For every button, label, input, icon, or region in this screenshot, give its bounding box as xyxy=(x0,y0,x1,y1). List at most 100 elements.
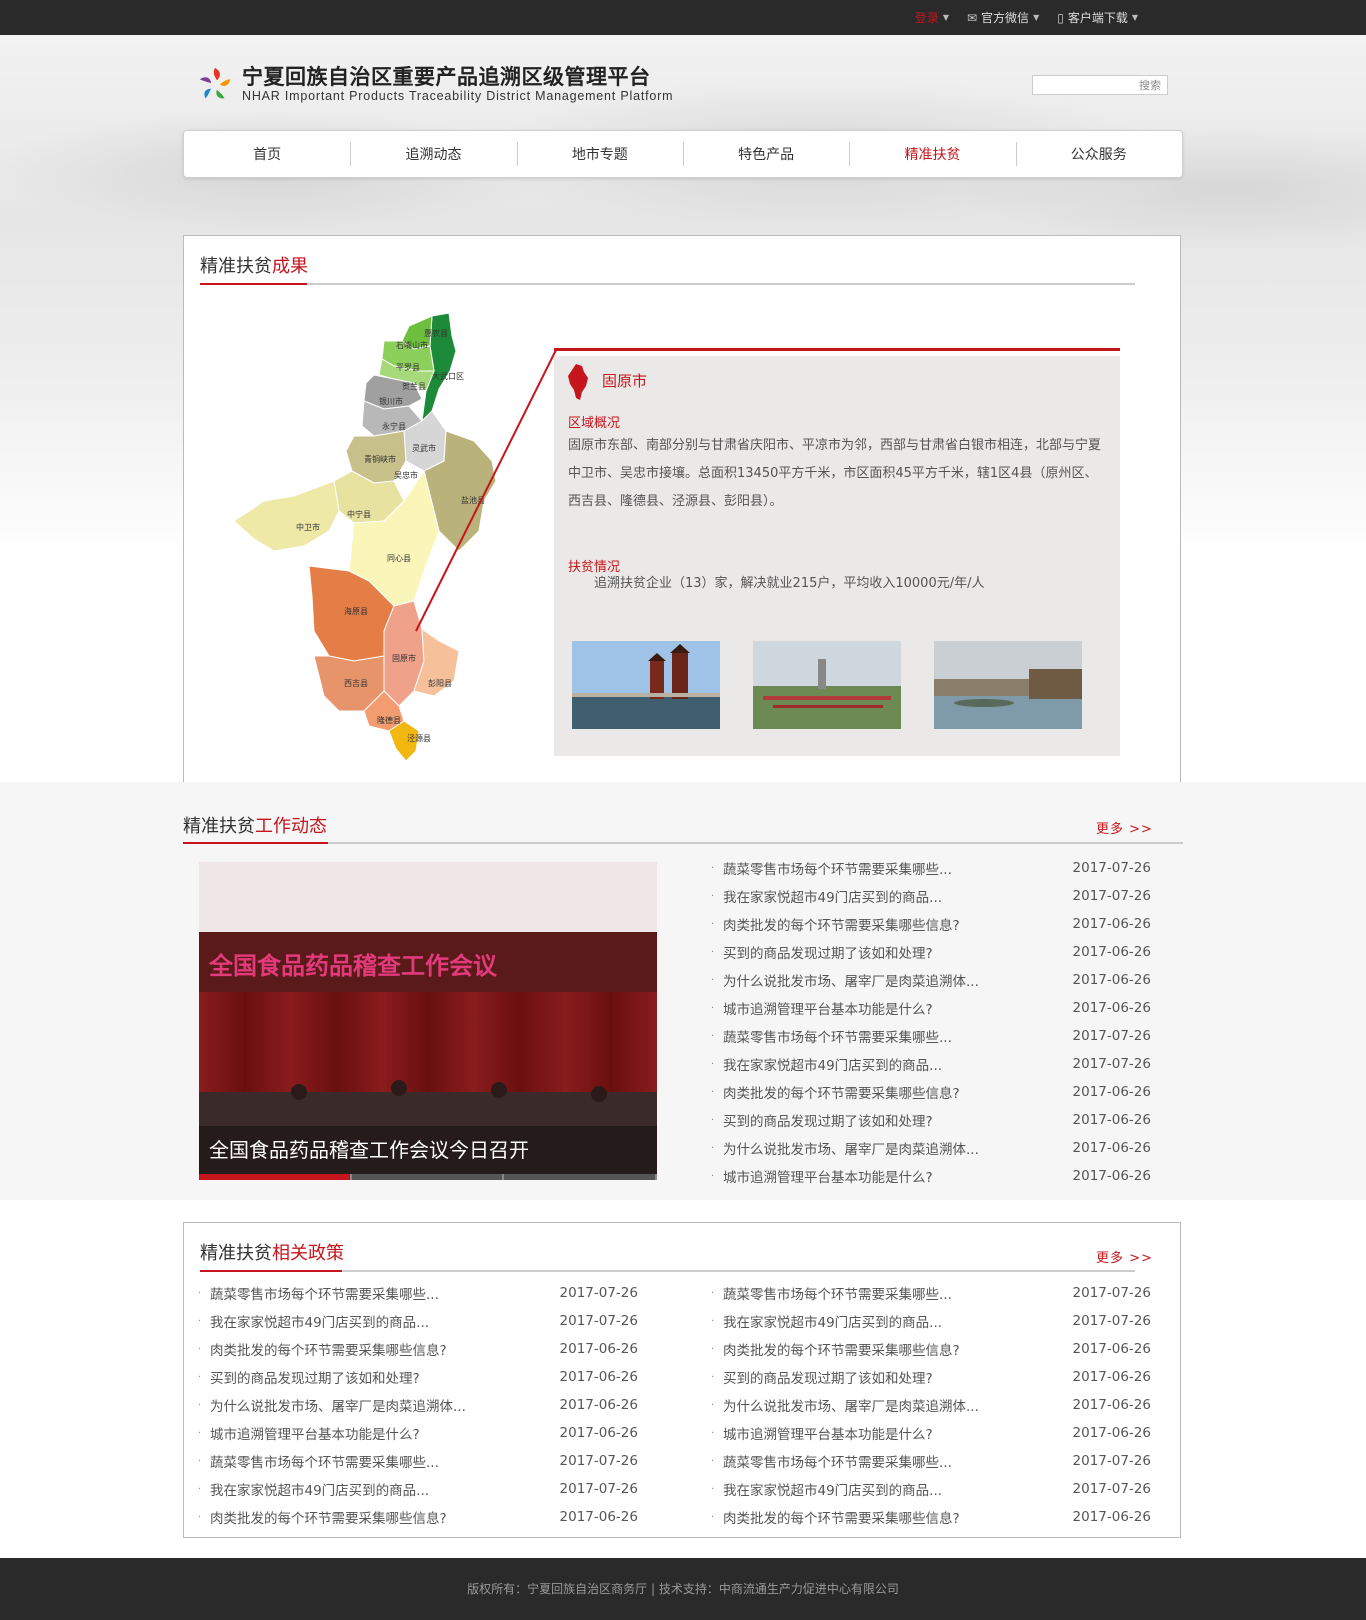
list-item-date: 2017-06-26 xyxy=(1072,1425,1151,1441)
list-item-title[interactable]: 我在家家悦超市49门店买到的商品... xyxy=(210,1479,548,1499)
list-item-title[interactable]: 我在家家悦超市49门店买到的商品... xyxy=(723,886,1061,906)
svg-text:固原市: 固原市 xyxy=(392,653,416,663)
list-item-title[interactable]: 城市追溯管理平台基本功能是什么? xyxy=(723,998,1061,1018)
list-item[interactable]: · 城市追溯管理平台基本功能是什么? 2017-06-26 xyxy=(711,1419,1151,1447)
list-item[interactable]: · 我在家家悦超市49门店买到的商品... 2017-07-26 xyxy=(711,882,1151,910)
svg-text:银川市: 银川市 xyxy=(379,396,403,406)
search-box[interactable]: 搜索 xyxy=(1032,75,1168,95)
download-link[interactable]: ▯ 客户端下载 ▼ xyxy=(1057,9,1138,26)
policies-more-link[interactable]: 更多 >> xyxy=(1096,1247,1153,1266)
list-item-title[interactable]: 蔬菜零售市场每个环节需要采集哪些... xyxy=(723,1283,1061,1303)
bullet-icon: · xyxy=(198,1483,202,1495)
list-item-title[interactable]: 为什么说批发市场、屠宰厂是肉菜追溯体... xyxy=(723,1395,1061,1415)
list-item-title[interactable]: 城市追溯管理平台基本功能是什么? xyxy=(723,1166,1061,1186)
list-item[interactable]: · 为什么说批发市场、屠宰厂是肉菜追溯体... 2017-06-26 xyxy=(711,1391,1151,1419)
list-item-date: 2017-06-26 xyxy=(1072,1112,1151,1128)
list-item[interactable]: · 买到的商品发现过期了该如和处理? 2017-06-26 xyxy=(711,938,1151,966)
list-item[interactable]: · 肉类批发的每个环节需要采集哪些信息? 2017-06-26 xyxy=(198,1503,638,1531)
list-item[interactable]: · 蔬菜零售市场每个环节需要采集哪些... 2017-07-26 xyxy=(198,1447,638,1475)
nav-item[interactable]: 精准扶贫 xyxy=(849,142,1015,166)
nav-item[interactable]: 首页 xyxy=(184,144,350,164)
list-item-title[interactable]: 为什么说批发市场、屠宰厂是肉菜追溯体... xyxy=(723,1138,1061,1158)
search-button[interactable]: 搜索 xyxy=(1139,77,1161,93)
list-item[interactable]: · 蔬菜零售市场每个环节需要采集哪些... 2017-07-26 xyxy=(711,1447,1151,1475)
nav-item[interactable]: 特色产品 xyxy=(682,142,849,166)
list-item-title[interactable]: 为什么说批发市场、屠宰厂是肉菜追溯体... xyxy=(210,1395,548,1415)
list-item[interactable]: · 肉类批发的每个环节需要采集哪些信息? 2017-06-26 xyxy=(711,910,1151,938)
list-item[interactable]: · 蔬菜零售市场每个环节需要采集哪些... 2017-07-26 xyxy=(711,854,1151,882)
list-item-title[interactable]: 买到的商品发现过期了该如和处理? xyxy=(723,1367,1061,1387)
nav-item[interactable]: 追溯动态 xyxy=(350,142,516,166)
list-item-title[interactable]: 肉类批发的每个环节需要采集哪些信息? xyxy=(723,1339,1061,1359)
list-item-title[interactable]: 我在家家悦超市49门店买到的商品... xyxy=(210,1311,548,1331)
list-item[interactable]: · 城市追溯管理平台基本功能是什么? 2017-06-26 xyxy=(711,1162,1151,1190)
list-item[interactable]: · 城市追溯管理平台基本功能是什么? 2017-06-26 xyxy=(711,994,1151,1022)
list-item-title[interactable]: 城市追溯管理平台基本功能是什么? xyxy=(210,1423,548,1443)
news-slideshow[interactable]: 全国食品药品稽查工作会议 全国食品药品稽查工作会议今日召开 xyxy=(199,862,657,1180)
list-item[interactable]: · 肉类批发的每个环节需要采集哪些信息? 2017-06-26 xyxy=(711,1503,1151,1531)
login-label: 登录 xyxy=(914,11,939,25)
list-item-title[interactable]: 肉类批发的每个环节需要采集哪些信息? xyxy=(210,1339,548,1359)
city-photo-3[interactable] xyxy=(934,641,1082,729)
list-item[interactable]: · 肉类批发的每个环节需要采集哪些信息? 2017-06-26 xyxy=(198,1335,638,1363)
list-item[interactable]: · 我在家家悦超市49门店买到的商品... 2017-07-26 xyxy=(198,1475,638,1503)
list-item[interactable]: · 城市追溯管理平台基本功能是什么? 2017-06-26 xyxy=(198,1419,638,1447)
achievements-title: 精准扶贫成果 xyxy=(200,252,308,278)
list-item-title[interactable]: 肉类批发的每个环节需要采集哪些信息? xyxy=(210,1507,548,1527)
list-item-title[interactable]: 买到的商品发现过期了该如和处理? xyxy=(210,1367,548,1387)
list-item-title[interactable]: 城市追溯管理平台基本功能是什么? xyxy=(723,1423,1061,1443)
list-item-title[interactable]: 蔬菜零售市场每个环节需要采集哪些... xyxy=(723,1451,1061,1471)
list-item[interactable]: · 蔬菜零售市场每个环节需要采集哪些... 2017-07-26 xyxy=(711,1279,1151,1307)
list-item[interactable]: · 肉类批发的每个环节需要采集哪些信息? 2017-06-26 xyxy=(711,1078,1151,1106)
list-item-date: 2017-06-26 xyxy=(559,1397,638,1413)
list-item-title[interactable]: 肉类批发的每个环节需要采集哪些信息? xyxy=(723,1507,1061,1527)
list-item[interactable]: · 买到的商品发现过期了该如和处理? 2017-06-26 xyxy=(711,1106,1151,1134)
slide-dot[interactable] xyxy=(199,1174,352,1180)
slide-dot[interactable] xyxy=(504,1174,657,1180)
site-title-en: NHAR Important Products Traceability Dis… xyxy=(242,89,674,103)
list-item-title[interactable]: 肉类批发的每个环节需要采集哪些信息? xyxy=(723,1082,1061,1102)
login-link[interactable]: 登录 ▼ xyxy=(915,9,949,26)
city-photo-2[interactable] xyxy=(753,641,901,729)
list-item-date: 2017-07-26 xyxy=(559,1481,638,1497)
nav-item[interactable]: 公众服务 xyxy=(1015,142,1182,166)
bullet-icon: · xyxy=(198,1427,202,1439)
list-item-title[interactable]: 我在家家悦超市49门店买到的商品... xyxy=(723,1311,1061,1331)
slide-caption[interactable]: 全国食品药品稽查工作会议今日召开 xyxy=(199,1126,657,1174)
list-item-title[interactable]: 蔬菜零售市场每个环节需要采集哪些... xyxy=(723,858,1061,878)
list-item[interactable]: · 蔬菜零售市场每个环节需要采集哪些... 2017-07-26 xyxy=(198,1279,638,1307)
list-item[interactable]: · 买到的商品发现过期了该如和处理? 2017-06-26 xyxy=(198,1363,638,1391)
list-item[interactable]: · 蔬菜零售市场每个环节需要采集哪些... 2017-07-26 xyxy=(711,1022,1151,1050)
bullet-icon: · xyxy=(711,1002,715,1014)
list-item[interactable]: · 我在家家悦超市49门店买到的商品... 2017-07-26 xyxy=(711,1050,1151,1078)
list-item[interactable]: · 为什么说批发市场、屠宰厂是肉菜追溯体... 2017-06-26 xyxy=(711,966,1151,994)
site-logo[interactable]: 宁夏回族自治区重要产品追溯区级管理平台 NHAR Important Produ… xyxy=(196,65,673,103)
list-item[interactable]: · 我在家家悦超市49门店买到的商品... 2017-07-26 xyxy=(711,1307,1151,1335)
bullet-icon: · xyxy=(711,1371,715,1383)
list-item[interactable]: · 我在家家悦超市49门店买到的商品... 2017-07-26 xyxy=(198,1307,638,1335)
list-item[interactable]: · 买到的商品发现过期了该如和处理? 2017-06-26 xyxy=(711,1363,1151,1391)
list-item-title[interactable]: 肉类批发的每个环节需要采集哪些信息? xyxy=(723,914,1061,934)
list-item-title[interactable]: 为什么说批发市场、屠宰厂是肉菜追溯体... xyxy=(723,970,1061,990)
list-item[interactable]: · 我在家家悦超市49门店买到的商品... 2017-07-26 xyxy=(711,1475,1151,1503)
city-photo-1[interactable] xyxy=(572,641,720,729)
bullet-icon: · xyxy=(711,1030,715,1042)
list-item-title[interactable]: 买到的商品发现过期了该如和处理? xyxy=(723,942,1061,962)
list-item-title[interactable]: 我在家家悦超市49门店买到的商品... xyxy=(723,1479,1061,1499)
slide-dot[interactable] xyxy=(351,1174,505,1180)
list-item[interactable]: · 为什么说批发市场、屠宰厂是肉菜追溯体... 2017-06-26 xyxy=(198,1391,638,1419)
work-news-more-link[interactable]: 更多 >> xyxy=(1096,818,1153,837)
city-shape-icon xyxy=(568,364,588,400)
list-item[interactable]: · 为什么说批发市场、屠宰厂是肉菜追溯体... 2017-06-26 xyxy=(711,1134,1151,1162)
wechat-link[interactable]: ✉ 官方微信 ▼ xyxy=(967,9,1039,26)
list-item[interactable]: · 肉类批发的每个环节需要采集哪些信息? 2017-06-26 xyxy=(711,1335,1151,1363)
nav-item[interactable]: 地市专题 xyxy=(516,142,683,166)
list-item-title[interactable]: 蔬菜零售市场每个环节需要采集哪些... xyxy=(723,1026,1061,1046)
work-news-underline xyxy=(183,842,1183,844)
list-item-title[interactable]: 我在家家悦超市49门店买到的商品... xyxy=(723,1054,1061,1074)
list-item-title[interactable]: 蔬菜零售市场每个环节需要采集哪些... xyxy=(210,1451,548,1471)
list-item-title[interactable]: 蔬菜零售市场每个环节需要采集哪些... xyxy=(210,1283,548,1303)
list-item-date: 2017-06-26 xyxy=(1072,916,1151,932)
work-news-title-prefix: 精准扶贫 xyxy=(183,816,255,837)
list-item-title[interactable]: 买到的商品发现过期了该如和处理? xyxy=(723,1110,1061,1130)
